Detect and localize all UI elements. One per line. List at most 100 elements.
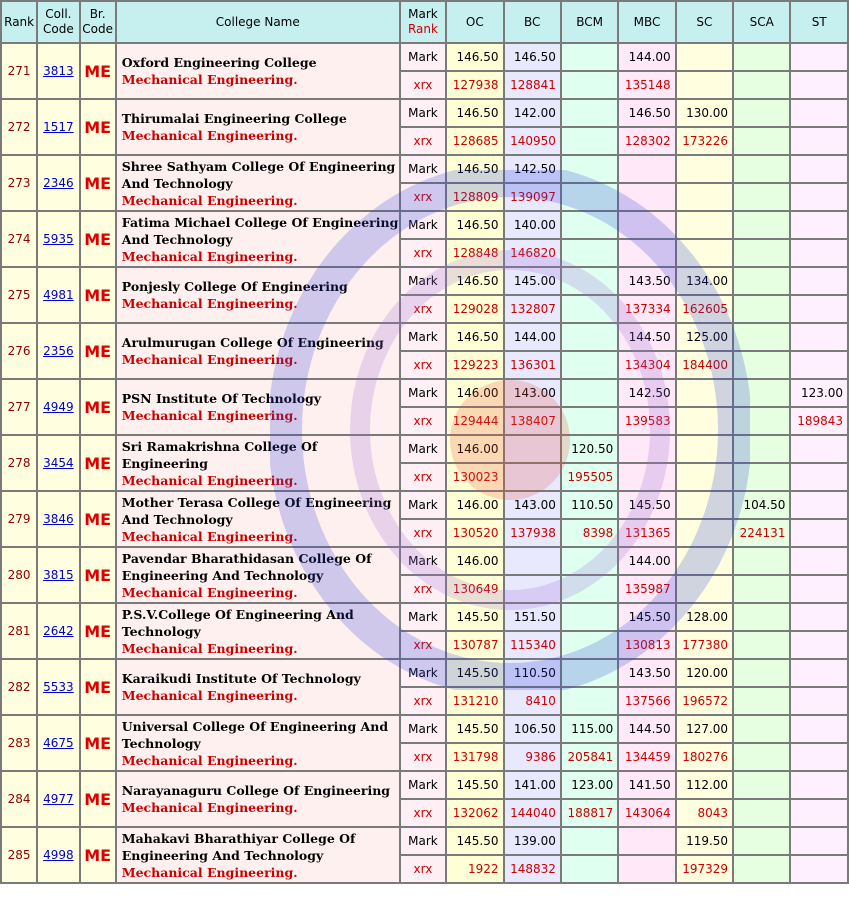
mark-label: Mark <box>400 604 446 630</box>
mark-label: Mark <box>400 44 446 70</box>
rank-st <box>791 184 847 210</box>
rank-cell: 271 <box>2 44 37 98</box>
header-oc: OC <box>447 2 503 42</box>
rank-bc: 8410 <box>504 688 560 714</box>
rank-bcm: 205841 <box>561 744 618 770</box>
mark-bcm <box>561 548 618 574</box>
college-code-cell: 5935 <box>38 212 79 266</box>
mark-bc: 106.50 <box>504 716 560 742</box>
college-name: Sri Ramakrishna College Of Engineering <box>121 438 318 471</box>
header-st: ST <box>791 2 847 42</box>
college-code-link[interactable]: 4981 <box>43 288 74 302</box>
rank-mbc <box>619 856 675 882</box>
branch-code-cell: ME <box>80 212 115 266</box>
rank-bc: 146820 <box>504 240 560 266</box>
college-code-link[interactable]: 4949 <box>43 400 74 414</box>
college-code-link[interactable]: 5533 <box>43 680 74 694</box>
college-code-link[interactable]: 3454 <box>43 456 74 470</box>
college-code-link[interactable]: 4977 <box>43 792 74 806</box>
rank-mbc: 128302 <box>619 128 675 154</box>
mark-bc: 142.50 <box>504 156 560 182</box>
branch-name: Mechanical Engineering. <box>121 752 298 768</box>
mark-bcm <box>561 380 618 406</box>
rank-label: xrx <box>400 408 446 434</box>
mark-bc: 110.50 <box>504 660 560 686</box>
rank-sc <box>676 184 733 210</box>
table-row: 272 1517 ME Thirumalai Engineering College M… <box>2 100 847 154</box>
rank-sca <box>734 184 790 210</box>
rank-st <box>791 632 847 658</box>
mark-sc: 130.00 <box>676 100 733 126</box>
college-code-link[interactable]: 4998 <box>43 848 74 862</box>
mark-sca <box>734 716 790 742</box>
rank-bcm <box>561 72 618 98</box>
branch-code-cell: ME <box>80 660 115 714</box>
college-code-link[interactable]: 3813 <box>43 64 74 78</box>
college-code-cell: 2356 <box>38 324 79 378</box>
rank-label: xrx <box>400 520 446 546</box>
college-code-link[interactable]: 2642 <box>43 624 74 638</box>
mark-sc <box>676 44 733 70</box>
mark-sc <box>676 436 733 462</box>
college-code-link[interactable]: 1517 <box>43 120 74 134</box>
mark-bc: 139.00 <box>504 828 560 854</box>
mark-st: 123.00 <box>791 380 847 406</box>
rank-bcm <box>561 856 618 882</box>
rank-cell: 283 <box>2 716 37 770</box>
college-code-link[interactable]: 3815 <box>43 568 74 582</box>
mark-bcm <box>561 100 618 126</box>
mark-sca <box>734 212 790 238</box>
rank-sca <box>734 464 790 490</box>
table-row: 283 4675 ME Universal College Of Engineerin… <box>2 716 847 770</box>
header-mark-rank: Mark Rank <box>400 2 446 42</box>
header-sca: SCA <box>734 2 790 42</box>
college-code-link[interactable]: 5935 <box>43 232 74 246</box>
college-code-cell: 5533 <box>38 660 79 714</box>
mark-st <box>791 156 847 182</box>
mark-oc: 146.00 <box>447 492 503 518</box>
mark-oc: 145.50 <box>447 660 503 686</box>
mark-bc <box>504 548 560 574</box>
rank-mbc: 134304 <box>619 352 675 378</box>
rank-sca <box>734 408 790 434</box>
college-code-cell: 4675 <box>38 716 79 770</box>
college-code-cell: 4998 <box>38 828 79 882</box>
mark-st <box>791 100 847 126</box>
rank-bcm <box>561 296 618 322</box>
mark-bcm: 120.50 <box>561 436 618 462</box>
college-name-cell: Karaikudi Institute Of Technology Mechani… <box>116 660 399 714</box>
college-name: Karaikudi Institute Of Technology <box>121 671 361 686</box>
branch-code-cell: ME <box>80 436 115 490</box>
rank-bcm: 188817 <box>561 800 618 826</box>
mark-mbc: 144.00 <box>619 44 675 70</box>
rank-sca <box>734 744 790 770</box>
mark-mbc <box>619 436 675 462</box>
college-name: Pavendar Bharathidasan College Of Engine… <box>121 550 372 583</box>
rank-oc: 130023 <box>447 464 503 490</box>
rank-mbc: 135987 <box>619 576 675 602</box>
table-row: 281 2642 ME P.S.V.College Of Engineering An… <box>2 604 847 658</box>
rank-bcm <box>561 688 618 714</box>
college-code-link[interactable]: 2356 <box>43 344 74 358</box>
mark-oc: 146.00 <box>447 380 503 406</box>
college-code-link[interactable]: 2346 <box>43 176 74 190</box>
mark-bc: 143.00 <box>504 380 560 406</box>
mark-bcm <box>561 156 618 182</box>
rank-sca <box>734 352 790 378</box>
mark-st <box>791 548 847 574</box>
rank-cell: 275 <box>2 268 37 322</box>
college-code-link[interactable]: 3846 <box>43 512 74 526</box>
rank-oc: 127938 <box>447 72 503 98</box>
rank-sc <box>676 240 733 266</box>
rank-label: xrx <box>400 744 446 770</box>
rank-oc: 130787 <box>447 632 503 658</box>
mark-label: Mark <box>400 436 446 462</box>
rank-mbc: 130813 <box>619 632 675 658</box>
college-code-link[interactable]: 4675 <box>43 736 74 750</box>
mark-mbc: 143.50 <box>619 268 675 294</box>
mark-sca <box>734 436 790 462</box>
rank-sca <box>734 576 790 602</box>
rank-oc: 129028 <box>447 296 503 322</box>
table-row: 277 4949 ME PSN Institute Of Technology Mech… <box>2 380 847 434</box>
college-name-cell: Universal College Of Engineering And Tec… <box>116 716 399 770</box>
